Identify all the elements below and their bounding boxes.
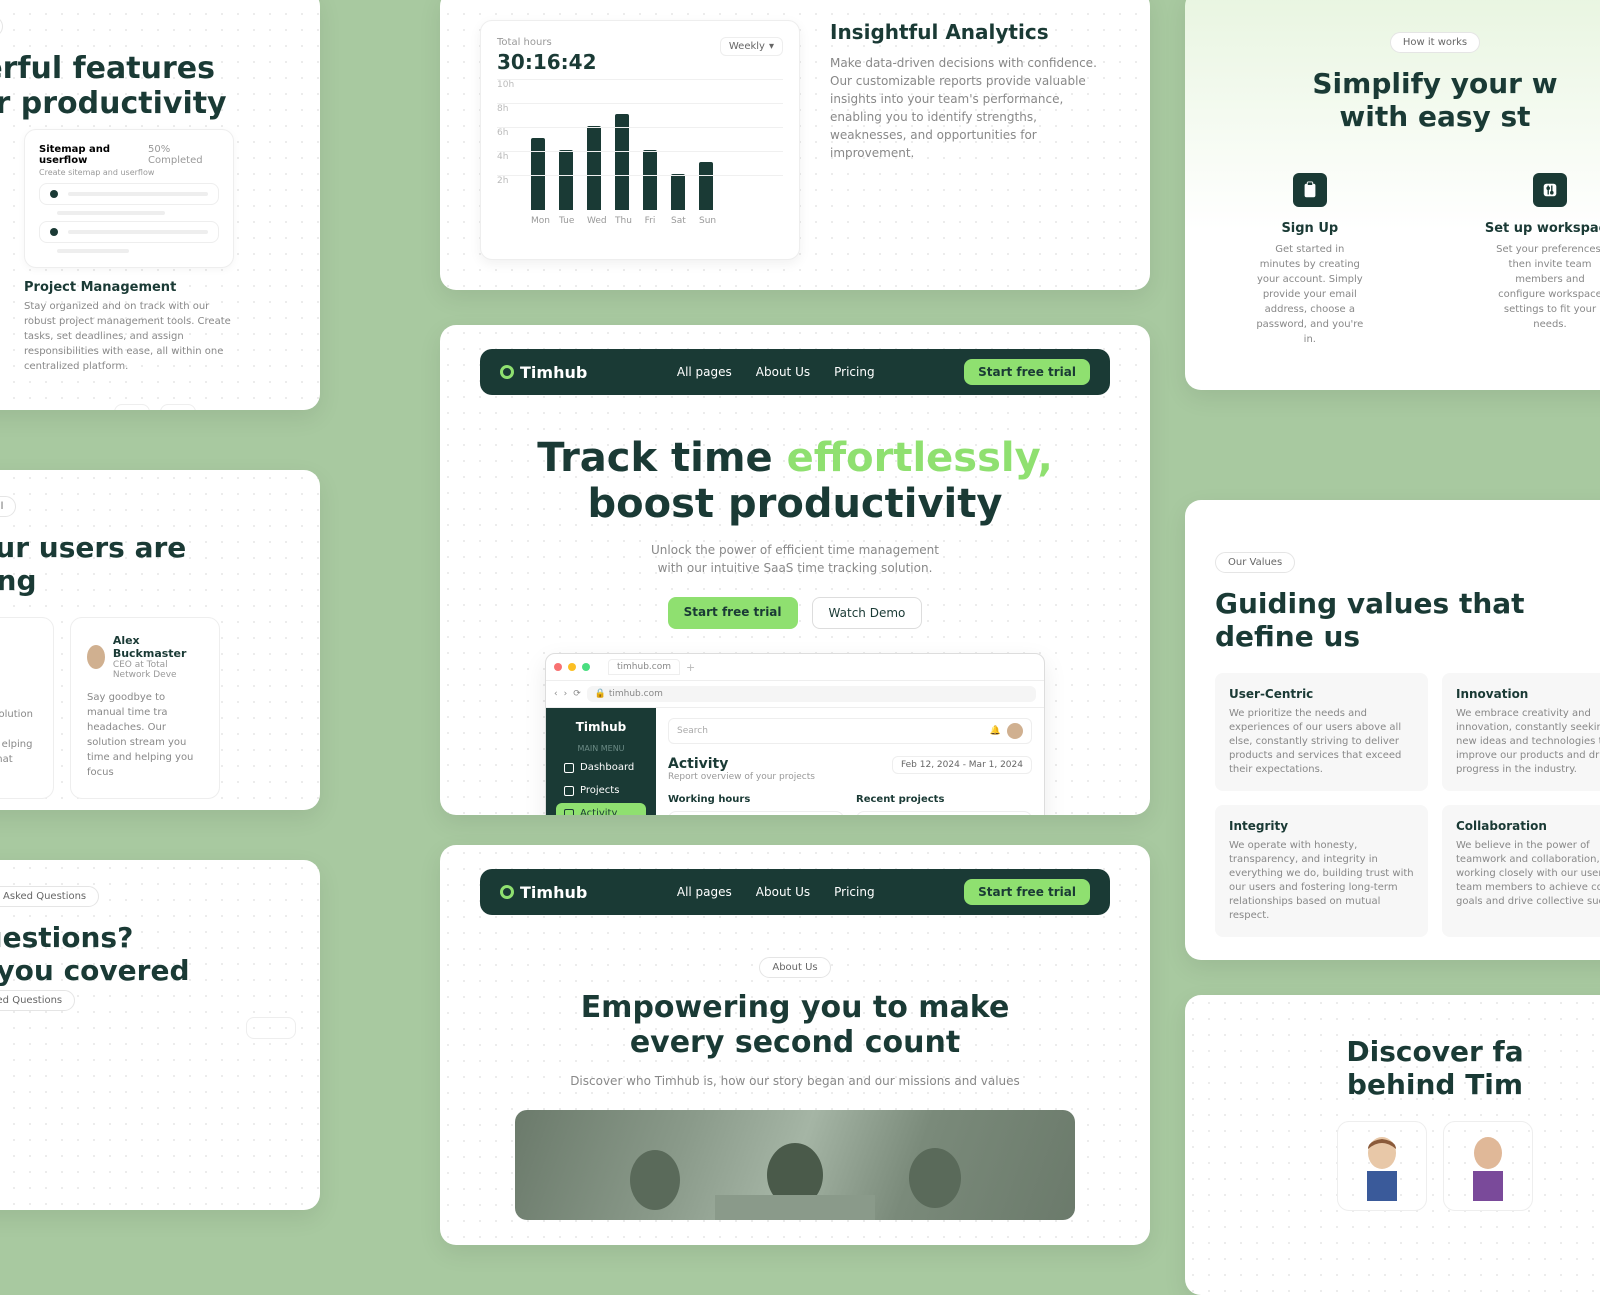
period-dropdown[interactable]: Weekly▾ — [720, 37, 783, 56]
simplify-heading: Simplify your w with easy st — [1215, 67, 1600, 133]
integration-icon — [114, 404, 150, 410]
logo[interactable]: Timhub — [500, 883, 587, 902]
logo-icon — [500, 365, 514, 379]
navbar: Timhub All pages About Us Pricing Start fr… — [480, 869, 1110, 915]
hero-heading: Track time effortlessly, boost productiv… — [480, 435, 1110, 527]
nav-allpages[interactable]: All pages — [677, 365, 732, 379]
projects-icon — [564, 786, 574, 796]
faq-panel: Frequently Asked Questions a questions? … — [0, 860, 320, 1210]
testimonials-panel: Testimonial at our users are saying uckm… — [0, 470, 320, 810]
about-badge: About Us — [759, 957, 830, 978]
features-heading: owerful features your productivity — [0, 51, 296, 121]
testimonial-badge: Testimonial — [0, 496, 16, 517]
logo-icon — [500, 885, 514, 899]
chevron-down-icon: ▾ — [769, 41, 774, 52]
analytics-desc: Make data-driven decisions with confiden… — [830, 54, 1110, 162]
team-card — [1337, 1121, 1427, 1211]
forward-icon[interactable]: › — [564, 689, 568, 699]
pm-desc: Stay organized and on track with our rob… — [24, 299, 234, 374]
avatar — [87, 645, 105, 669]
faq-badge: Frequently Asked Questions — [0, 886, 99, 907]
value-card: User-CentricWe prioritize the needs and … — [1215, 673, 1428, 791]
bar-chart: 10h 8h 6h 4h 2h — [497, 90, 783, 210]
step-signup: Sign Up Get started in minutes by creati… — [1255, 173, 1365, 347]
simplify-panel: How it works Simplify your w with easy s… — [1185, 0, 1600, 390]
hero-sub: Unlock the power of efficient time manag… — [480, 541, 1110, 577]
testimonial-card: uckmaster Total Network Development o ma… — [0, 617, 54, 799]
chart-total: 30:16:42 — [497, 50, 597, 74]
team-panel: Discover fa behind Tim — [1185, 995, 1600, 1295]
nav-about[interactable]: About Us — [756, 365, 810, 379]
value-card: InnovationWe embrace creativity and inno… — [1442, 673, 1600, 791]
working-hours-card: Total hours 30:16:42 Weekly ▾ — [668, 811, 844, 815]
search-bar[interactable]: Search🔔 — [668, 718, 1032, 744]
chart-card: Total hours 30:16:42 Weekly▾ 10h 8h 6h 4… — [480, 20, 800, 260]
nav-pricing[interactable]: Pricing — [834, 365, 874, 379]
value-card: IntegrityWe operate with honesty, transp… — [1215, 805, 1428, 937]
testimonial-card: Alex Buckmaster CEO at Total Network Dev… — [70, 617, 220, 799]
nav-allpages[interactable]: All pages — [677, 885, 732, 899]
navbar: Timhub All pages About Us Pricing Start fr… — [480, 349, 1110, 395]
browser-mockup: timhub.com+ ‹›⟳🔒 timhub.com Timhub MAIN … — [545, 653, 1045, 815]
sidebar-item-dashboard[interactable]: Dashboard — [556, 757, 646, 778]
recent-project-card: Sitemap and userflow Creating wireframe … — [856, 811, 1032, 815]
bar — [699, 162, 713, 210]
hero-panel: Timhub All pages About Us Pricing Start fr… — [440, 325, 1150, 815]
about-hero-image — [515, 1110, 1075, 1220]
clipboard-icon — [1293, 173, 1327, 207]
faq-item[interactable] — [246, 1017, 296, 1039]
bullet-icon — [50, 190, 58, 198]
bullet-icon — [50, 228, 58, 236]
back-icon[interactable]: ‹ — [554, 689, 558, 699]
watch-demo-button[interactable]: Watch Demo — [812, 597, 923, 629]
about-sub: Discover who Timhub is, how our story be… — [480, 1072, 1110, 1090]
page-title: Activity — [668, 756, 815, 772]
date-range-picker[interactable]: Feb 12, 2024 - Mar 1, 2024 — [892, 756, 1032, 774]
sliders-icon — [1533, 173, 1567, 207]
faq-badge: Frequently Asked Questions — [0, 990, 75, 1011]
task-row — [39, 183, 219, 205]
sidebar-item-projects[interactable]: Projects — [556, 780, 646, 801]
faq-heading: a questions? got you covered — [0, 921, 296, 987]
nav-about[interactable]: About Us — [756, 885, 810, 899]
nav-cta-button[interactable]: Start free trial — [964, 359, 1090, 385]
values-panel: Our Values Guiding values that define us… — [1185, 500, 1600, 960]
sidebar: Timhub MAIN MENU Dashboard Projects Acti… — [546, 708, 656, 815]
analytics-title: Insightful Analytics — [830, 20, 1110, 44]
avatar[interactable] — [1007, 723, 1023, 739]
pm-preview-card: Sitemap and userflow50% Completed Create… — [24, 129, 234, 268]
values-heading: Guiding values that define us — [1215, 587, 1600, 653]
value-card: CollaborationWe believe in the power of … — [1442, 805, 1600, 937]
howitworks-badge: How it works — [1390, 32, 1480, 53]
x-axis: MonTueWedThuFriSatSun — [497, 216, 783, 226]
logo[interactable]: Timhub — [500, 363, 587, 382]
features-panel: Features owerful features your productiv… — [0, 0, 320, 410]
nav-cta-button[interactable]: Start free trial — [964, 879, 1090, 905]
start-trial-button[interactable]: Start free trial — [668, 597, 798, 629]
chart-label: Total hours — [497, 37, 597, 48]
bell-icon[interactable]: 🔔 — [990, 726, 1001, 736]
bar — [587, 126, 601, 210]
integration-icon — [160, 404, 196, 410]
analytics-panel: Total hours 30:16:42 Weekly▾ 10h 8h 6h 4… — [440, 0, 1150, 290]
activity-icon — [564, 809, 574, 816]
testimonials-heading: at our users are saying — [0, 531, 296, 597]
values-badge: Our Values — [1215, 552, 1295, 573]
about-panel: Timhub All pages About Us Pricing Start fr… — [440, 845, 1150, 1245]
reload-icon[interactable]: ⟳ — [573, 689, 581, 699]
team-card — [1443, 1121, 1533, 1211]
address-bar[interactable]: 🔒 timhub.com — [587, 686, 1036, 702]
sidebar-item-activity[interactable]: Activity — [556, 803, 646, 815]
task-row — [39, 221, 219, 243]
dashboard-icon — [564, 763, 574, 773]
step-workspace: Set up workspace Set your preferences, t… — [1485, 173, 1600, 347]
about-heading: Empowering you to make every second coun… — [480, 990, 1110, 1060]
pm-title: Project Management — [24, 280, 234, 295]
team-heading: Discover fa behind Tim — [1215, 1035, 1600, 1101]
features-badge: Features — [0, 16, 3, 37]
bar — [531, 138, 545, 210]
nav-pricing[interactable]: Pricing — [834, 885, 874, 899]
